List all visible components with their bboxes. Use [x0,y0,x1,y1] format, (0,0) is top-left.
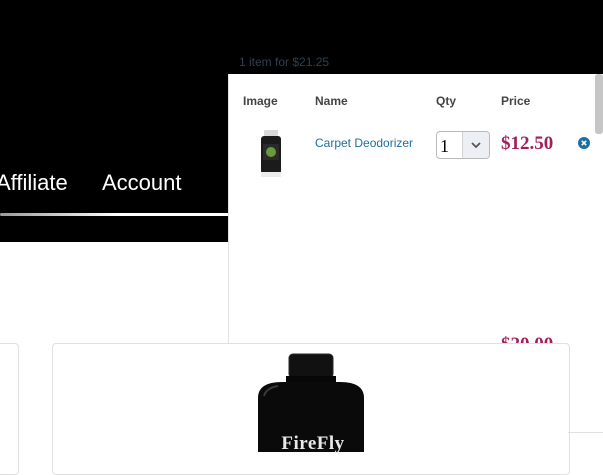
card-divider [568,432,603,433]
cart-summary-link[interactable]: 1 item for $21.25 [239,55,329,69]
column-header-name: Name [315,94,348,108]
mini-cart-panel [228,74,603,344]
nav-item-account[interactable]: Account [102,170,182,196]
chevron-down-icon [462,132,489,158]
cart-item-name-link[interactable]: Carpet Deodorizer [315,136,413,150]
product-thumbnail[interactable] [256,128,286,180]
column-header-price: Price [501,94,531,108]
column-header-image: Image [243,94,278,108]
quantity-select[interactable]: 1 [436,131,490,159]
nav-item-affiliate[interactable]: Affiliate [0,170,68,196]
quantity-value: 1 [440,136,449,156]
cart-item-price: $12.50 [501,133,554,154]
product-card-left[interactable] [0,343,19,475]
remove-icon[interactable] [578,137,590,149]
bottle-label: FireFly [281,433,345,454]
scrollbar-thumb[interactable] [595,74,603,134]
column-header-qty: Qty [436,94,457,108]
